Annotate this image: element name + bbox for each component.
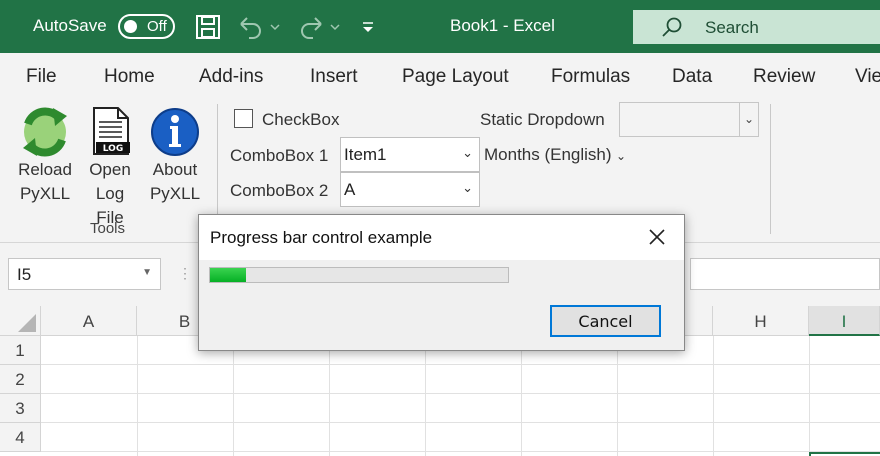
about-pyxll-line1: About (152, 160, 198, 179)
chevron-down-icon: ⌄ (739, 103, 758, 136)
checkbox-label: CheckBox (262, 110, 340, 129)
tab-add-ins[interactable]: Add-ins (199, 66, 263, 88)
tab-home[interactable]: Home (104, 66, 155, 88)
tab-formulas[interactable]: Formulas (551, 66, 630, 88)
log-file-icon: LOG (93, 107, 130, 155)
ribbon-tabs: File Home Add-ins Insert Page Layout For… (0, 53, 880, 98)
autosave-label: AutoSave (33, 16, 107, 35)
search-placeholder: Search (705, 18, 759, 37)
search-box[interactable]: Search (633, 10, 880, 44)
chevron-down-icon: ⌄ (616, 149, 627, 163)
save-icon[interactable] (195, 14, 221, 40)
svg-text:LOG: LOG (103, 144, 123, 154)
combobox1-value: Item1 (344, 145, 387, 164)
dropdown-arrow-icon: ▼ (142, 267, 152, 278)
tab-review[interactable]: Review (753, 66, 815, 88)
reload-icon (23, 107, 67, 157)
combobox1-label: ComboBox 1 (230, 146, 329, 165)
formula-input[interactable] (690, 258, 880, 290)
progress-dialog: Progress bar control example Cancel (198, 214, 685, 351)
about-pyxll-line2: PyXLL (149, 184, 201, 203)
reload-pyxll-line1: Reload (18, 160, 72, 179)
select-all-corner[interactable] (0, 306, 41, 336)
open-log-file-line1: Open (89, 160, 131, 179)
cell-row[interactable] (41, 365, 880, 394)
row-header[interactable]: 1 (0, 336, 41, 365)
combobox1[interactable]: Item1 ⌄ (340, 137, 480, 172)
group-separator (770, 104, 771, 234)
cancel-button[interactable]: Cancel (550, 305, 661, 337)
tab-file[interactable]: File (26, 66, 57, 88)
open-log-file-button[interactable]: LOG Open Log File (80, 102, 140, 230)
row-header[interactable]: 2 (0, 365, 41, 394)
autosave-knob (124, 20, 137, 33)
tab-data[interactable]: Data (672, 66, 712, 88)
name-box-value: I5 (17, 265, 32, 284)
combobox2-label: ComboBox 2 (230, 181, 329, 200)
combobox2[interactable]: A ⌄ (340, 172, 480, 207)
grid-line (233, 336, 234, 456)
redo-icon[interactable] (297, 14, 341, 40)
reload-pyxll-line2: PyXLL (19, 184, 71, 203)
tab-view[interactable]: Vie (855, 66, 880, 88)
dialog-title-bar: Progress bar control example (199, 215, 684, 260)
column-header[interactable]: A (41, 306, 137, 336)
row-header[interactable]: 3 (0, 394, 41, 423)
active-cell-outline (809, 452, 880, 456)
select-all-triangle-icon (18, 314, 36, 332)
autosave-state: Off (147, 18, 167, 35)
customize-qat-icon[interactable] (360, 14, 376, 40)
grid-line (329, 336, 330, 456)
static-dropdown-label: Static Dropdown (480, 110, 605, 129)
document-title: Book1 - Excel (450, 16, 555, 35)
column-header-selected[interactable]: I (809, 306, 880, 336)
autosave-toggle[interactable]: Off (118, 14, 175, 39)
progress-bar-fill (210, 268, 246, 282)
months-dropdown-label: Months (English) (484, 145, 612, 164)
drag-handle-icon[interactable]: ⋮ (178, 265, 192, 282)
tools-group-label: Tools (90, 220, 126, 237)
row-header[interactable]: 4 (0, 423, 41, 452)
cell-row[interactable] (41, 423, 880, 452)
grid-line (809, 336, 810, 456)
progress-bar (209, 267, 509, 283)
chevron-down-icon: ⌄ (462, 145, 473, 160)
static-dropdown[interactable]: ⌄ (619, 102, 759, 137)
tab-page-layout[interactable]: Page Layout (402, 66, 509, 88)
combobox2-value: A (344, 180, 356, 199)
dialog-title: Progress bar control example (210, 228, 433, 247)
reload-pyxll-button[interactable]: Reload PyXLL (15, 102, 75, 206)
close-icon[interactable] (644, 224, 670, 250)
grid-line (425, 336, 426, 456)
search-icon (662, 17, 682, 37)
grid-line (521, 336, 522, 456)
name-box[interactable]: I5 ▼ (8, 258, 161, 290)
column-header[interactable]: H (713, 306, 809, 336)
tab-insert[interactable]: Insert (310, 66, 358, 88)
months-dropdown[interactable]: Months (English) ⌄ (484, 145, 626, 165)
chevron-down-icon: ⌄ (462, 180, 473, 195)
about-pyxll-button[interactable]: About PyXLL (145, 102, 205, 206)
cell-row[interactable] (41, 394, 880, 423)
grid-line (137, 336, 138, 456)
info-icon (151, 108, 199, 156)
grid-line (617, 336, 618, 456)
undo-icon[interactable] (237, 14, 281, 40)
title-bar: AutoSave Off Book1 - Excel Search (0, 0, 880, 53)
grid-line (713, 336, 714, 456)
checkbox[interactable] (234, 109, 253, 128)
